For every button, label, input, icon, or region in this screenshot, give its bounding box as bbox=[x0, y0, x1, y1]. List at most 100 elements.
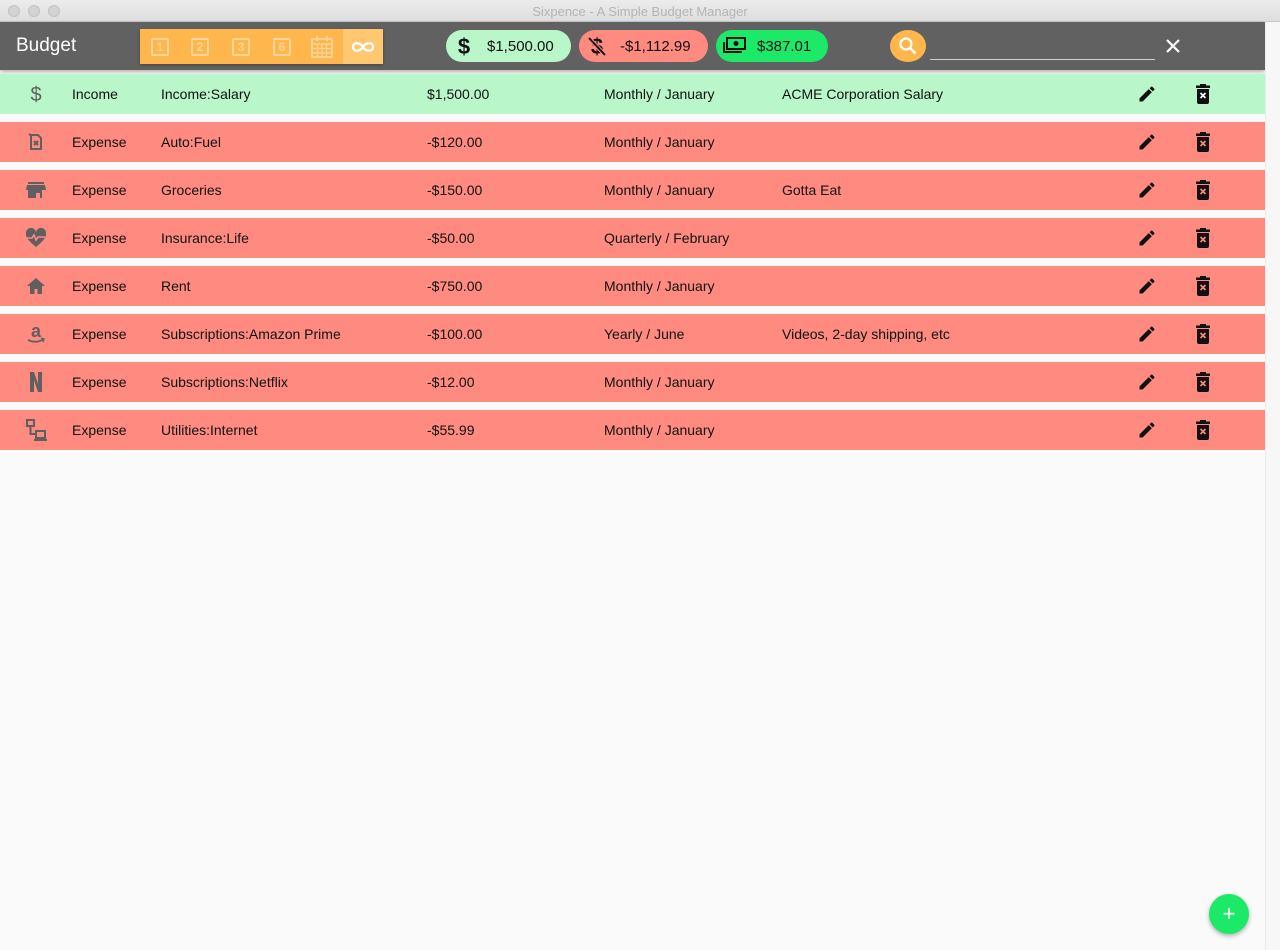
close-icon bbox=[1166, 39, 1180, 53]
delete-button[interactable] bbox=[1191, 218, 1215, 258]
delete-button[interactable] bbox=[1191, 314, 1215, 354]
looks-three-icon: 3 bbox=[232, 37, 250, 56]
delete-button[interactable] bbox=[1191, 122, 1215, 162]
window-title: Sixpence - A Simple Budget Manager bbox=[532, 4, 748, 19]
delete-forever-icon bbox=[1196, 372, 1210, 392]
entry-row[interactable]: Expense Utilities:Internet -$55.99 Month… bbox=[0, 410, 1265, 450]
entry-recurrence: Yearly / June bbox=[604, 326, 685, 342]
svg-text:$: $ bbox=[458, 35, 470, 57]
entry-type: Income bbox=[72, 86, 118, 102]
entry-note: Gotta Eat bbox=[782, 182, 842, 198]
edit-button[interactable] bbox=[1135, 122, 1159, 162]
entry-row[interactable]: a Expense Subscriptions:Amazon Prime -$1… bbox=[0, 314, 1265, 354]
heart-pulse-icon bbox=[22, 218, 50, 258]
entry-type: Expense bbox=[72, 326, 127, 342]
entry-row[interactable]: Expense Groceries -$150.00 Monthly / Jan… bbox=[0, 170, 1265, 210]
edit-button[interactable] bbox=[1135, 362, 1159, 402]
entry-category: Insurance:Life bbox=[161, 230, 249, 246]
period-3-month-button[interactable]: 3 bbox=[221, 29, 261, 64]
entry-amount: -$55.99 bbox=[427, 422, 475, 438]
search-button[interactable] bbox=[890, 30, 926, 62]
income-total-chip: $ $1,500.00 bbox=[446, 30, 571, 62]
calendar-icon bbox=[311, 35, 333, 58]
home-icon bbox=[22, 266, 50, 306]
income-total: $1,500.00 bbox=[487, 37, 554, 55]
period-6-month-button[interactable]: 6 bbox=[262, 29, 302, 64]
period-2-month-button[interactable]: 2 bbox=[180, 29, 220, 64]
delete-button[interactable] bbox=[1191, 170, 1215, 210]
infinity-icon bbox=[351, 41, 375, 52]
entry-row[interactable]: Expense Insurance:Life -$50.00 Quarterly… bbox=[0, 218, 1265, 258]
delete-forever-icon bbox=[1196, 132, 1210, 152]
cash-multiple-icon bbox=[723, 37, 746, 53]
delete-button[interactable] bbox=[1191, 266, 1215, 306]
entry-amount: $1,500.00 bbox=[427, 86, 490, 102]
delete-button[interactable] bbox=[1191, 74, 1215, 114]
edit-button[interactable] bbox=[1135, 410, 1159, 450]
pencil-icon bbox=[1139, 326, 1155, 342]
period-year-button[interactable] bbox=[302, 29, 342, 64]
period-1-month-button[interactable]: 1 bbox=[140, 29, 180, 64]
fuel-icon bbox=[22, 122, 50, 162]
amazon-icon: a bbox=[22, 314, 50, 354]
entry-category: Income:Salary bbox=[161, 86, 251, 102]
entry-type: Expense bbox=[72, 278, 127, 294]
add-entry-button[interactable]: + bbox=[1209, 894, 1249, 934]
entry-category: Groceries bbox=[161, 182, 222, 198]
search-input[interactable] bbox=[930, 34, 1155, 60]
scrollbar[interactable] bbox=[1265, 22, 1280, 950]
edit-button[interactable] bbox=[1135, 170, 1159, 210]
entry-category: Utilities:Internet bbox=[161, 422, 258, 438]
balance-total-chip: $387.01 bbox=[716, 30, 828, 62]
entry-type: Expense bbox=[72, 134, 127, 150]
edit-button[interactable] bbox=[1135, 314, 1159, 354]
entry-recurrence: Monthly / January bbox=[604, 86, 715, 102]
entry-note: Videos, 2-day shipping, etc bbox=[782, 326, 950, 342]
netflix-icon bbox=[22, 362, 50, 402]
clear-search-button[interactable] bbox=[1161, 34, 1185, 58]
entry-type: Expense bbox=[72, 182, 127, 198]
delete-forever-icon bbox=[1196, 276, 1210, 296]
delete-forever-icon bbox=[1196, 180, 1210, 200]
expense-total-chip: $ -$1,112.99 bbox=[579, 30, 708, 62]
entry-category: Rent bbox=[161, 278, 191, 294]
entry-type: Expense bbox=[72, 230, 127, 246]
window-titlebar: Sixpence - A Simple Budget Manager bbox=[0, 0, 1280, 22]
pencil-icon bbox=[1139, 374, 1155, 390]
entry-amount: -$120.00 bbox=[427, 134, 483, 150]
looks-two-icon: 2 bbox=[191, 37, 209, 56]
entry-amount: -$750.00 bbox=[427, 278, 483, 294]
pencil-icon bbox=[1139, 278, 1155, 294]
pencil-icon bbox=[1139, 182, 1155, 198]
entry-type: Expense bbox=[72, 422, 127, 438]
delete-forever-icon bbox=[1196, 84, 1210, 104]
balance-total: $387.01 bbox=[757, 37, 812, 55]
delete-forever-icon bbox=[1196, 420, 1210, 440]
entry-row[interactable]: Expense Subscriptions:Netflix -$12.00 Mo… bbox=[0, 362, 1265, 402]
edit-button[interactable] bbox=[1135, 218, 1159, 258]
period-selector: 1 2 3 6 bbox=[140, 29, 383, 64]
delete-button[interactable] bbox=[1191, 410, 1215, 450]
page-title: Budget bbox=[16, 35, 77, 56]
period-all-button[interactable] bbox=[343, 29, 383, 64]
expense-total: -$1,112.99 bbox=[620, 37, 691, 55]
edit-button[interactable] bbox=[1135, 74, 1159, 114]
entry-note: ACME Corporation Salary bbox=[782, 86, 944, 102]
entry-amount: -$12.00 bbox=[427, 374, 475, 390]
entry-row[interactable]: $ Income Income:Salary $1,500.00 Monthly… bbox=[0, 74, 1265, 114]
entry-row[interactable]: Expense Auto:Fuel -$120.00 Monthly / Jan… bbox=[0, 122, 1265, 162]
entry-row[interactable]: Expense Rent -$750.00 Monthly / January bbox=[0, 266, 1265, 306]
entry-category: Subscriptions:Netflix bbox=[161, 374, 288, 390]
svg-text:a: a bbox=[31, 323, 42, 341]
pencil-icon bbox=[1139, 422, 1155, 438]
entry-recurrence: Monthly / January bbox=[604, 134, 715, 150]
svg-text:$: $ bbox=[30, 84, 41, 105]
network-icon bbox=[22, 410, 50, 450]
looks-one-icon: 1 bbox=[151, 37, 169, 56]
pencil-icon bbox=[1139, 86, 1155, 102]
entry-recurrence: Monthly / January bbox=[604, 374, 715, 390]
delete-button[interactable] bbox=[1191, 362, 1215, 402]
edit-button[interactable] bbox=[1135, 266, 1159, 306]
search-icon bbox=[899, 37, 917, 55]
delete-forever-icon bbox=[1196, 324, 1210, 344]
